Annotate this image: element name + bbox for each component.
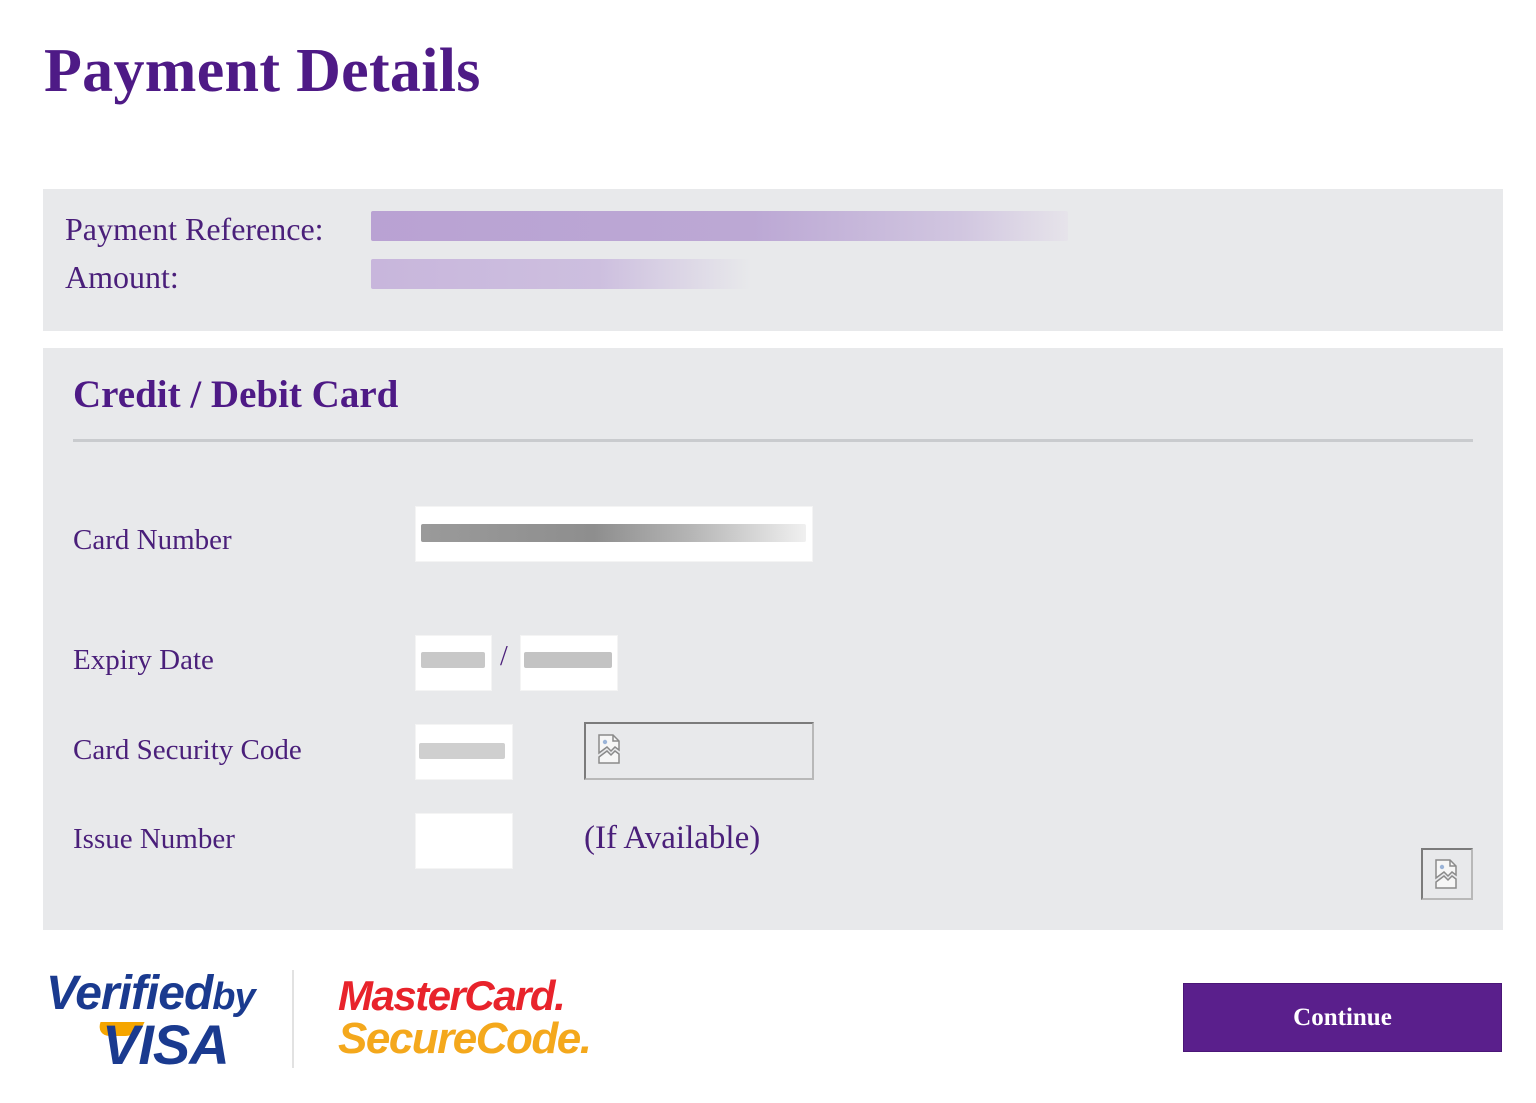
card-security-code-label: Card Security Code <box>73 734 302 766</box>
continue-button[interactable]: Continue <box>1183 983 1502 1052</box>
broken-image-icon <box>1435 859 1457 889</box>
payment-reference-value-redacted <box>371 211 1068 241</box>
page-title: Payment Details <box>44 37 481 105</box>
issue-number-input[interactable] <box>415 813 513 869</box>
payment-summary-panel: Payment Reference: Amount: <box>43 189 1503 331</box>
visa-wordmark: VISA <box>102 1013 230 1076</box>
amount-label: Amount: <box>65 259 179 295</box>
expiry-date-label: Expiry Date <box>73 644 214 676</box>
expiry-year-input[interactable] <box>520 635 618 691</box>
expiry-separator: / <box>500 641 508 672</box>
expiry-month-input[interactable] <box>415 635 492 691</box>
card-details-panel: Credit / Debit Card Card Number Expiry D… <box>43 348 1503 930</box>
logo-divider <box>292 970 294 1068</box>
securecode-wordmark: SecureCode. <box>338 1014 592 1063</box>
broken-image-icon <box>598 734 620 764</box>
mastercard-wordmark: MasterCard. <box>338 972 566 1019</box>
issue-number-hint: (If Available) <box>584 820 761 856</box>
card-number-label: Card Number <box>73 524 232 556</box>
security-code-help-image <box>584 722 814 780</box>
verified-by-visa-logo: Verifiedby VISA <box>46 966 266 1076</box>
card-section-heading: Credit / Debit Card <box>73 373 399 416</box>
amount-value-redacted <box>371 259 751 289</box>
card-security-code-input[interactable] <box>415 724 513 780</box>
card-help-image <box>1421 848 1473 900</box>
mastercard-securecode-logo: MasterCard. SecureCode. <box>338 972 592 1068</box>
issue-number-label: Issue Number <box>73 823 235 855</box>
section-divider <box>73 439 1473 442</box>
card-number-input[interactable] <box>415 506 813 562</box>
payment-reference-label: Payment Reference: <box>65 211 324 247</box>
